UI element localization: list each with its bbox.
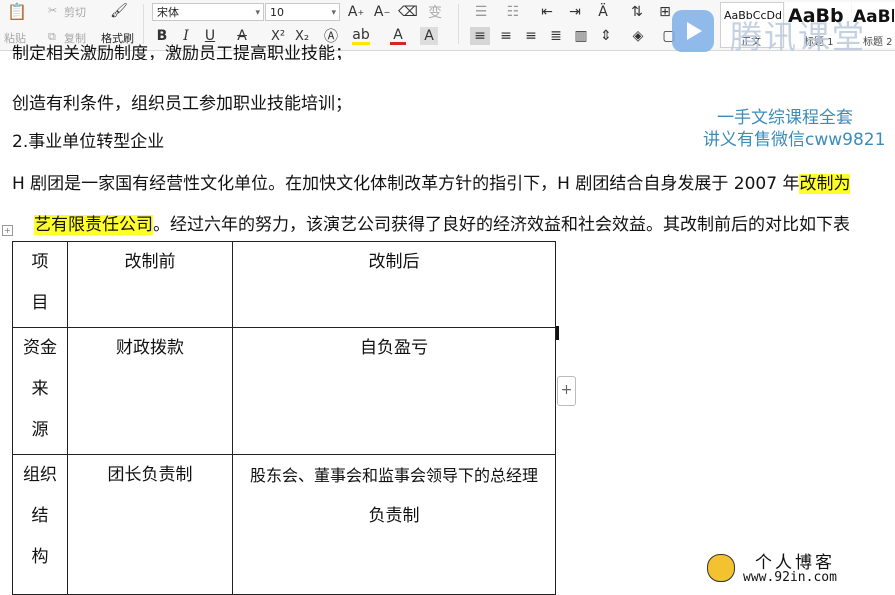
row-item-cell: 资金 来 源 bbox=[12, 327, 68, 455]
sort-icon[interactable]: ⇅ bbox=[628, 3, 646, 21]
avatar-icon bbox=[707, 554, 735, 582]
header-item-line: 目 bbox=[31, 293, 49, 313]
paragraph-text: 。经过六年的努力，该演艺公司获得了良好的经济效益和社会效益。其改制前后的对比如下… bbox=[153, 215, 850, 235]
comparison-table: 项 目 改制前 改制后 资金 来 源 财政拨款 自负盈亏 组织 结 构 团长负责… bbox=[12, 241, 556, 595]
superscript-button[interactable]: X² bbox=[268, 27, 288, 45]
table-header-before: 改制前 bbox=[67, 241, 233, 328]
font-size-value: 10 bbox=[270, 6, 284, 19]
header-item-line: 项 bbox=[31, 252, 49, 272]
table-header-item: 项 目 bbox=[12, 241, 68, 328]
subscript-button[interactable]: X₂ bbox=[292, 27, 312, 45]
cut-icon[interactable]: ✂ bbox=[48, 4, 57, 17]
row-before-text: 财政拨款 bbox=[116, 338, 184, 358]
row-before-cell: 团长负责制 bbox=[67, 454, 233, 595]
row-item-cell: 组织 结 构 bbox=[12, 454, 68, 595]
row-item-line: 来 bbox=[31, 379, 49, 399]
chinese-layout-icon[interactable]: Ä bbox=[592, 3, 614, 21]
format-painter-icon[interactable]: 🖌 bbox=[108, 2, 130, 20]
watermark-line-2: 讲义有售微信cww9821 bbox=[703, 130, 886, 150]
font-name-select[interactable]: 宋体 ▾ bbox=[152, 3, 264, 21]
chevron-down-icon: ▾ bbox=[255, 8, 260, 18]
cut-button[interactable]: 剪切 bbox=[64, 4, 86, 20]
shrink-font-icon[interactable]: A − bbox=[372, 3, 392, 21]
table-header-after: 改制后 bbox=[232, 241, 556, 328]
phonetic-icon[interactable]: 变 bbox=[425, 3, 445, 21]
font-color-icon[interactable]: A bbox=[390, 27, 406, 45]
blog-url: www.92in.com bbox=[743, 570, 837, 585]
header-after-label: 改制后 bbox=[368, 252, 420, 272]
strikethrough-button[interactable]: A bbox=[234, 27, 250, 45]
numbered-list-icon[interactable]: ☷ bbox=[502, 3, 524, 21]
doc-paragraph-line-2: 艺有限责任公司。经过六年的努力，该演艺公司获得了良好的经济效益和社会效益。其改制… bbox=[34, 210, 850, 235]
increase-indent-icon[interactable]: ⇥ bbox=[566, 3, 584, 21]
table-row: 资金 来 源 财政拨款 自负盈亏 bbox=[12, 327, 556, 455]
table-move-handle-icon[interactable]: + bbox=[2, 225, 13, 236]
decrease-indent-icon[interactable]: ⇤ bbox=[538, 3, 556, 21]
row-item-line: 资金 bbox=[23, 338, 57, 358]
row-before-text: 团长负责制 bbox=[107, 465, 193, 485]
underline-button[interactable]: U bbox=[202, 27, 218, 45]
italic-button[interactable]: I bbox=[178, 27, 194, 45]
table-row: 组织 结 构 团长负责制 股东会、董事会和监事会领导下的总经理 负责制 bbox=[12, 454, 556, 595]
copy-icon[interactable]: ⧉ bbox=[48, 30, 56, 44]
row-after-text: 负责制 bbox=[368, 506, 420, 526]
text-effect-icon[interactable]: Ⓐ bbox=[322, 27, 340, 45]
row-item-line: 构 bbox=[31, 547, 49, 567]
row-item-line: 组织 bbox=[23, 465, 57, 485]
header-before-label: 改制前 bbox=[124, 252, 176, 272]
ribbon-separator bbox=[458, 4, 459, 44]
align-left-icon[interactable]: ≡ bbox=[470, 27, 490, 45]
brand-text: 腾讯课堂 bbox=[730, 18, 867, 56]
highlight-color-icon[interactable]: ab bbox=[352, 27, 370, 45]
justify-icon[interactable]: ≣ bbox=[546, 27, 566, 45]
doc-heading-2: 2.事业单位转型企业 bbox=[12, 132, 165, 152]
bullet-list-icon[interactable]: ☰ bbox=[470, 3, 492, 21]
line-spacing-icon[interactable]: ⇕ bbox=[596, 27, 616, 45]
row-before-cell: 财政拨款 bbox=[67, 327, 233, 455]
grow-font-icon[interactable]: A + bbox=[346, 3, 366, 21]
char-shading-icon[interactable]: A bbox=[420, 27, 438, 45]
add-column-button[interactable]: + bbox=[557, 376, 576, 406]
brand-watermark: 腾讯课堂 bbox=[672, 6, 872, 62]
clear-format-icon[interactable]: ⌫ bbox=[398, 3, 418, 21]
paste-icon[interactable]: 📋 bbox=[6, 2, 28, 21]
align-center-icon[interactable]: ≡ bbox=[496, 27, 516, 45]
row-item-line: 源 bbox=[31, 420, 49, 440]
doc-line-partial: 制定相关激励制度，激励员工提高职业技能； bbox=[12, 44, 352, 60]
doc-paragraph-line-1: H 剧团是一家国有经营性文化单位。在加快文化体制改革方针的指引下，H 剧团结合自… bbox=[12, 169, 851, 194]
chevron-down-icon: ▾ bbox=[331, 8, 336, 18]
play-logo-icon bbox=[672, 10, 714, 52]
row-after-cell: 股东会、董事会和监事会领导下的总经理 负责制 bbox=[232, 454, 556, 595]
align-right-icon[interactable]: ≡ bbox=[521, 27, 541, 45]
row-after-text: 股东会、董事会和监事会领导下的总经理 bbox=[249, 466, 538, 485]
distribute-icon[interactable]: ▥ bbox=[571, 27, 591, 45]
row-after-cell: 自负盈亏 bbox=[232, 327, 556, 455]
shading-icon[interactable]: ◈ bbox=[628, 27, 648, 45]
bold-button[interactable]: B bbox=[154, 27, 170, 45]
highlighted-text: 改制为 bbox=[799, 174, 851, 194]
paragraph-text: H 剧团是一家国有经营性文化单位。在加快文化体制改革方针的指引下，H 剧团结合自… bbox=[12, 174, 800, 194]
font-name-value: 宋体 bbox=[157, 6, 179, 19]
ribbon-separator bbox=[143, 4, 144, 44]
table-header-row: 项 目 改制前 改制后 bbox=[12, 241, 556, 328]
row-item-line: 结 bbox=[31, 506, 49, 526]
text-cursor bbox=[556, 326, 559, 340]
blog-watermark: 个人博客 www.92in.com bbox=[703, 548, 895, 590]
doc-line-training: 创造有利条件，组织员工参加职业技能培训； bbox=[12, 94, 352, 114]
row-after-text: 自负盈亏 bbox=[360, 338, 428, 358]
highlighted-text: 艺有限责任公司 bbox=[34, 215, 153, 235]
font-size-select[interactable]: 10 ▾ bbox=[265, 3, 340, 21]
